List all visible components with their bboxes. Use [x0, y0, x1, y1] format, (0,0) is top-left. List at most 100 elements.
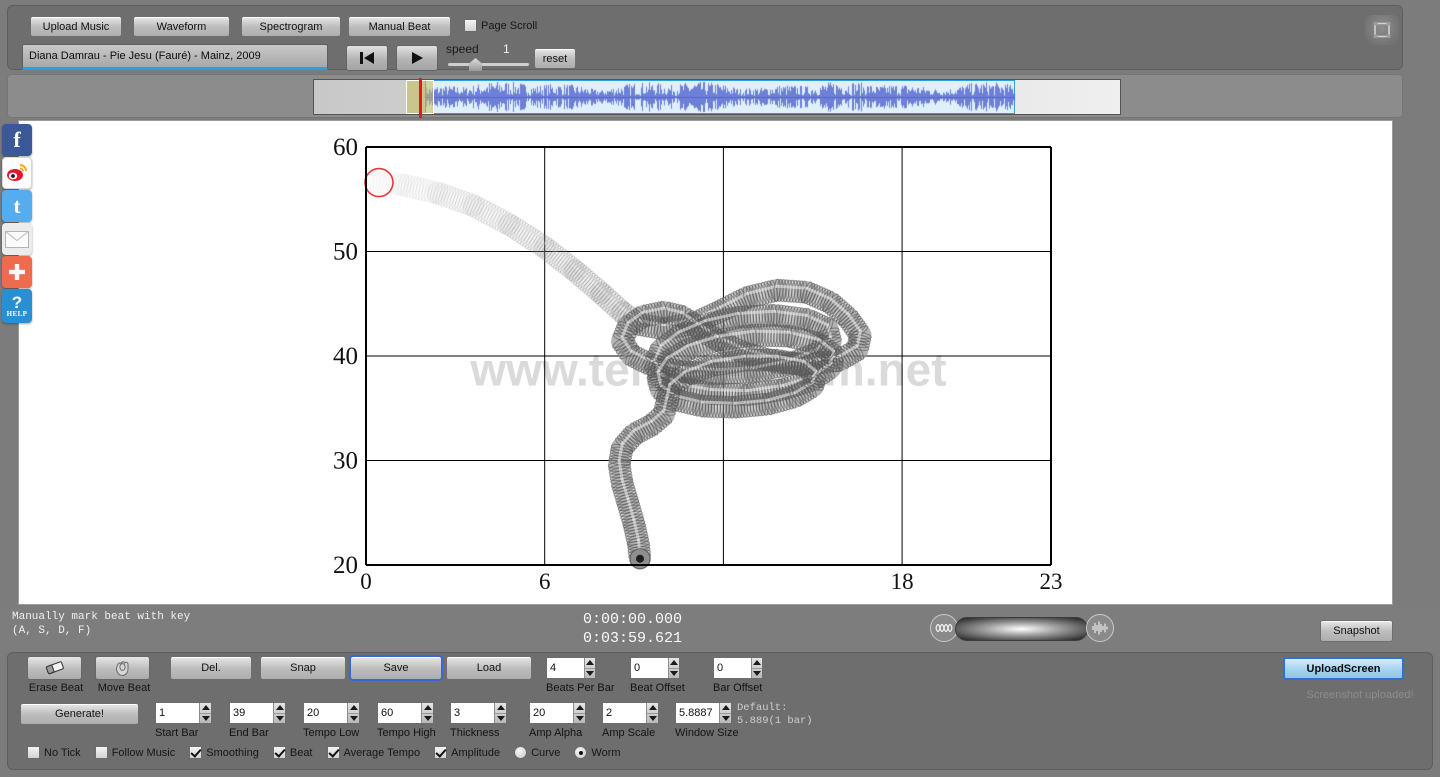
fullscreen-icon[interactable]	[1365, 15, 1399, 45]
end-bar-decrement[interactable]	[274, 714, 285, 724]
sharp-wave-icon[interactable]	[1086, 614, 1114, 642]
radio-worm[interactable]	[574, 746, 588, 759]
amp-alpha-decrement[interactable]	[574, 714, 585, 724]
start-bar-decrement[interactable]	[200, 714, 211, 724]
tempo-worm-chart[interactable]: www.tempo-worm.net2030405060061823	[19, 121, 1394, 606]
tempo-low-increment[interactable]	[348, 703, 359, 714]
end-bar-stepper[interactable]	[273, 703, 285, 723]
help-icon[interactable]: ? HELP	[2, 289, 32, 323]
weibo-icon[interactable]	[2, 157, 32, 189]
tempo-high-decrement[interactable]	[422, 714, 433, 724]
tempo-high-input[interactable]	[378, 703, 422, 723]
hand-move-icon[interactable]	[95, 656, 150, 680]
snapshot-button[interactable]: Snapshot	[1320, 620, 1393, 642]
toolbar-button-waveform[interactable]: Waveform	[133, 16, 230, 37]
song-title-field[interactable]: Diana Damrau - Pie Jesu (Fauré) - Mainz,…	[22, 44, 328, 70]
amp-scale-increment[interactable]	[647, 703, 658, 714]
end-bar-increment[interactable]	[274, 703, 285, 714]
start-bar-input[interactable]	[156, 703, 200, 723]
amp-alpha-increment[interactable]	[574, 703, 585, 714]
play-button[interactable]	[396, 45, 438, 71]
bar-offset-stepper[interactable]	[750, 658, 762, 679]
speed-slider-track[interactable]	[448, 63, 529, 66]
rewind-button[interactable]	[346, 45, 388, 71]
bar-offset-input[interactable]	[714, 658, 751, 678]
snap-button[interactable]: Snap	[260, 656, 346, 680]
beat-offset-stepper[interactable]	[667, 658, 679, 679]
beats-per-bar-spinner[interactable]	[546, 657, 596, 679]
thickness-decrement[interactable]	[495, 714, 506, 724]
toolbar-button-manual-beat[interactable]: Manual Beat	[348, 16, 451, 37]
reset-button[interactable]: reset	[534, 48, 576, 69]
bar-offset-spinner[interactable]	[713, 657, 763, 679]
eraser-icon[interactable]	[27, 656, 82, 680]
facebook-icon[interactable]: f	[2, 124, 32, 156]
beat-offset-increment[interactable]	[668, 658, 679, 669]
toolbar-button-upload-music[interactable]: Upload Music	[30, 16, 122, 37]
beat-offset-decrement[interactable]	[669, 669, 679, 679]
smooth-wave-icon[interactable]	[930, 614, 958, 642]
window-size-input[interactable]	[676, 703, 720, 723]
save-button[interactable]: Save	[349, 655, 443, 681]
del-button[interactable]: Del.	[170, 656, 252, 680]
email-icon[interactable]	[2, 223, 32, 255]
beats-per-bar-decrement[interactable]	[585, 669, 595, 679]
toolbar-button-spectrogram[interactable]: Spectrogram	[241, 16, 341, 37]
end-bar-input[interactable]	[230, 703, 274, 723]
tempo-low-input[interactable]	[304, 703, 348, 723]
checkbox-smoothing[interactable]	[189, 746, 203, 759]
beats-per-bar-input[interactable]	[547, 658, 584, 678]
radio-curve[interactable]	[514, 746, 528, 759]
bar-offset-increment[interactable]	[751, 658, 762, 669]
thickness-input[interactable]	[451, 703, 495, 723]
playhead-marker[interactable]	[419, 78, 422, 118]
beats-per-bar-stepper[interactable]	[583, 658, 595, 679]
tempo-plot-panel[interactable]: www.tempo-worm.net2030405060061823	[18, 120, 1393, 605]
start-bar-increment[interactable]	[200, 703, 211, 714]
amp-scale-input[interactable]	[603, 703, 647, 723]
bar-offset-decrement[interactable]	[752, 669, 762, 679]
amplitude-smoothing-slider[interactable]	[955, 617, 1088, 641]
thickness-stepper[interactable]	[494, 703, 506, 723]
amp-scale-stepper[interactable]	[646, 703, 658, 723]
tempo-low-decrement[interactable]	[348, 714, 359, 724]
tempo-high-spinner[interactable]	[377, 702, 434, 724]
plus-share-icon[interactable]	[2, 256, 32, 288]
beat-offset-input[interactable]	[631, 658, 668, 678]
thickness-spinner[interactable]	[450, 702, 507, 724]
beat-offset-spinner[interactable]	[630, 657, 680, 679]
amp-scale-decrement[interactable]	[647, 714, 658, 724]
window-size-decrement[interactable]	[720, 714, 731, 724]
amp-alpha-input[interactable]	[530, 703, 574, 723]
checkbox-beat[interactable]	[272, 746, 286, 759]
beats-per-bar-increment[interactable]	[584, 658, 595, 669]
upload-screen-button[interactable]: UploadScreen	[1283, 657, 1404, 680]
twitter-icon[interactable]: t	[2, 190, 32, 222]
waveform-strip[interactable]	[313, 78, 1121, 118]
checkbox-average-tempo[interactable]	[326, 746, 340, 759]
amp-scale-spinner[interactable]	[602, 702, 659, 724]
checkbox-no-tick[interactable]	[27, 746, 40, 759]
waveform-canvas[interactable]	[314, 80, 1120, 114]
amp-alpha-spinner[interactable]	[529, 702, 586, 724]
waveform-overview-bar[interactable]	[7, 74, 1403, 118]
checkbox-follow-music[interactable]	[94, 746, 108, 759]
generate-button[interactable]: Generate!	[20, 703, 139, 725]
amp-alpha-stepper[interactable]	[573, 703, 585, 723]
end-bar-spinner[interactable]	[229, 702, 286, 724]
tempo-high-increment[interactable]	[422, 703, 433, 714]
window-size-spinner[interactable]	[675, 702, 732, 724]
tempo-low-spinner[interactable]	[303, 702, 360, 724]
start-bar-stepper[interactable]	[199, 703, 211, 723]
checkbox-amplitude[interactable]	[434, 746, 448, 759]
start-bar-spinner[interactable]	[155, 702, 212, 724]
window-size-increment[interactable]	[720, 703, 731, 714]
control-move-beat[interactable]: Move Beat	[95, 656, 153, 694]
page-scroll-checkbox[interactable]	[464, 19, 477, 32]
speed-slider-thumb[interactable]	[469, 58, 482, 71]
tempo-high-stepper[interactable]	[421, 703, 433, 723]
window-size-stepper[interactable]	[719, 703, 731, 723]
tempo-low-stepper[interactable]	[347, 703, 359, 723]
load-button[interactable]: Load	[446, 656, 532, 680]
control-erase-beat[interactable]: Erase Beat	[27, 656, 85, 694]
